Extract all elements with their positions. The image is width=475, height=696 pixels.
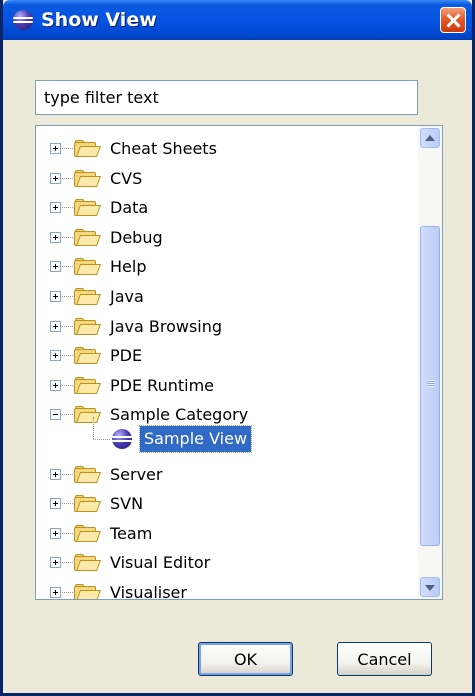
tree-connector <box>62 414 73 415</box>
tree-item-cvs[interactable]: CVS <box>36 164 416 193</box>
tree-item-label: PDE <box>110 346 143 365</box>
tree-item-java[interactable]: Java <box>36 282 416 311</box>
grip-icon <box>427 380 434 381</box>
folder-icon <box>74 170 102 187</box>
tree-connector <box>62 178 73 179</box>
tree-item-team[interactable]: Team <box>36 519 416 548</box>
expand-icon[interactable] <box>50 202 61 213</box>
chevron-up-icon <box>425 135 435 141</box>
tree-item-label: Visualiser <box>110 583 187 600</box>
scroll-down-button[interactable] <box>420 577 440 597</box>
folder-icon <box>74 406 102 423</box>
folder-icon <box>74 258 102 275</box>
tree-item-visual-editor[interactable]: Visual Editor <box>36 548 416 577</box>
ok-button[interactable]: OK <box>198 642 293 676</box>
title-bar[interactable]: Show View <box>3 0 472 40</box>
tree-item-label: Sample Category <box>110 405 249 424</box>
tree-connector <box>62 503 73 504</box>
tree-item-help[interactable]: Help <box>36 252 416 281</box>
eclipse-icon <box>13 10 33 30</box>
tree-item-label: PDE Runtime <box>110 376 214 395</box>
tree-connector <box>62 474 73 475</box>
tree-connector <box>62 237 73 238</box>
tree-connector <box>93 439 110 440</box>
folder-icon <box>74 554 102 571</box>
tree-item-label: CVS <box>110 169 143 188</box>
expand-icon[interactable] <box>50 528 61 539</box>
chevron-down-icon <box>425 585 435 591</box>
tree-connector <box>62 296 73 297</box>
tree-item-server[interactable]: Server <box>36 460 416 489</box>
scroll-up-button[interactable] <box>420 128 440 148</box>
collapse-icon[interactable] <box>50 409 61 420</box>
close-icon[interactable] <box>440 7 466 33</box>
tree-item-sample-view[interactable]: Sample View <box>138 425 253 453</box>
tree-item-label: SVN <box>110 494 144 513</box>
folder-icon <box>74 199 102 216</box>
tree-item-label: Java Browsing <box>110 317 223 336</box>
tree-item-label: Server <box>110 465 163 484</box>
folder-icon <box>74 229 102 246</box>
tree-item-label: Cheat Sheets <box>110 139 217 158</box>
tree-item-label: Data <box>110 198 149 217</box>
tree-connector <box>62 355 73 356</box>
expand-icon[interactable] <box>50 261 61 272</box>
dialog-title: Show View <box>41 9 157 31</box>
tree-connector <box>62 592 73 593</box>
tree-item-label: Debug <box>110 228 163 247</box>
folder-icon <box>74 377 102 394</box>
expand-icon[interactable] <box>50 291 61 302</box>
tree-item-java-browsing[interactable]: Java Browsing <box>36 312 416 341</box>
expand-icon[interactable] <box>50 143 61 154</box>
tree-item-debug[interactable]: Debug <box>36 223 416 252</box>
expand-icon[interactable] <box>50 557 61 568</box>
tree-connector <box>62 266 73 267</box>
tree-connector <box>62 207 73 208</box>
tree-connector <box>62 562 73 563</box>
expand-icon[interactable] <box>50 380 61 391</box>
tree-connector <box>62 326 73 327</box>
tree-item-cheat-sheets[interactable]: Cheat Sheets <box>36 134 416 163</box>
folder-icon <box>74 288 102 305</box>
folder-icon <box>74 495 102 512</box>
tree-connector <box>62 148 73 149</box>
tree-connector <box>93 417 94 439</box>
tree-item-visualiser[interactable]: Visualiser <box>36 578 416 600</box>
expand-icon[interactable] <box>50 498 61 509</box>
sample-view-icon <box>112 429 132 449</box>
cancel-button[interactable]: Cancel <box>337 642 432 676</box>
show-view-dialog: Show View type filter text Cheat Sheets C… <box>0 0 475 696</box>
folder-icon <box>74 347 102 364</box>
filter-input[interactable]: type filter text <box>35 80 418 115</box>
vertical-scrollbar[interactable] <box>418 126 442 599</box>
tree-connector <box>62 385 73 386</box>
tree-item-label: Visual Editor <box>110 553 211 572</box>
tree-connector <box>62 533 73 534</box>
tree-item-label: Team <box>110 524 153 543</box>
view-tree[interactable]: Cheat Sheets CVS Data Debug Help Java Java Bro… <box>35 125 443 600</box>
folder-icon <box>74 525 102 542</box>
folder-icon <box>74 140 102 157</box>
folder-icon <box>74 466 102 483</box>
tree-item-pde-runtime[interactable]: PDE Runtime <box>36 371 416 400</box>
expand-icon[interactable] <box>50 587 61 598</box>
tree-item-label: Help <box>110 257 147 276</box>
expand-icon[interactable] <box>50 350 61 361</box>
expand-icon[interactable] <box>50 321 61 332</box>
folder-icon <box>74 584 102 599</box>
expand-icon[interactable] <box>50 173 61 184</box>
tree-item-svn[interactable]: SVN <box>36 489 416 518</box>
folder-icon <box>74 318 102 335</box>
scrollbar-thumb[interactable] <box>420 226 440 546</box>
expand-icon[interactable] <box>50 232 61 243</box>
tree-item-pde[interactable]: PDE <box>36 341 416 370</box>
tree-item-label: Java <box>110 287 144 306</box>
tree-item-data[interactable]: Data <box>36 193 416 222</box>
expand-icon[interactable] <box>50 469 61 480</box>
